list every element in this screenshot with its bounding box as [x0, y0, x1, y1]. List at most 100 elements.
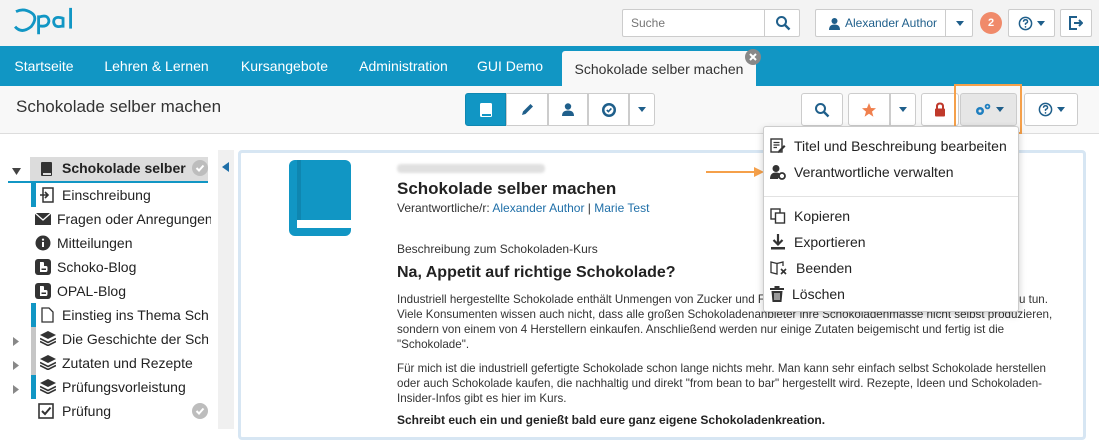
- download-icon: [771, 234, 785, 250]
- menu-item-edit-title[interactable]: Titel und Beschreibung bearbeiten: [770, 134, 1016, 158]
- trash-icon: [770, 286, 784, 302]
- search-input[interactable]: [623, 10, 763, 36]
- course-book-icon: [287, 160, 353, 239]
- assessment-mode-button[interactable]: [588, 93, 629, 126]
- notification-badge[interactable]: 2: [980, 12, 1002, 34]
- layers-icon: [39, 355, 57, 373]
- responsible-label: Verantwortliche/r:: [397, 201, 490, 215]
- book-icon: [40, 161, 54, 180]
- help-icon: [1018, 16, 1033, 30]
- description-label: Beschreibung zum Schokoladen-Kurs: [397, 242, 598, 256]
- favorite-button[interactable]: [848, 93, 890, 126]
- blog-icon: [35, 283, 51, 302]
- course-help-button[interactable]: [1024, 93, 1078, 126]
- sidebar-collapse-icon[interactable]: [222, 160, 229, 175]
- help-menu-button[interactable]: [1008, 9, 1055, 37]
- tree-item-einschreibung[interactable]: Einschreibung: [62, 187, 212, 203]
- menu-divider: [764, 196, 1018, 197]
- tree-item-einstieg[interactable]: Einstieg ins Thema Schokolade: [62, 307, 208, 323]
- expand-caret-icon[interactable]: [12, 334, 19, 349]
- tree-item-mitteilungen[interactable]: Mitteilungen: [57, 235, 211, 251]
- search-button[interactable]: [764, 9, 800, 37]
- tab-schokolade-selber-machen[interactable]: Schokolade selber machen: [562, 51, 756, 86]
- content-title: Schokolade selber machen: [397, 179, 617, 198]
- tab-lehren-lernen[interactable]: Lehren & Lernen: [88, 46, 225, 86]
- caret-down-icon: [1037, 20, 1045, 26]
- page-icon: [41, 307, 54, 326]
- completed-check-icon: [192, 160, 208, 179]
- tree-root-label: Schokolade selber machen: [62, 160, 190, 176]
- search-icon: [775, 16, 790, 31]
- tree-indent-bar: [31, 303, 36, 327]
- tree-item-pruefungsvorleistung[interactable]: Prüfungsvorleistung: [62, 379, 208, 395]
- tree-item-pruefung[interactable]: Prüfung: [62, 403, 182, 419]
- user-dropdown-toggle[interactable]: [945, 9, 973, 37]
- lock-icon: [935, 102, 945, 117]
- tree-item-opal-blog[interactable]: OPAL-Blog: [57, 283, 211, 299]
- edit-doc-icon: [770, 138, 786, 153]
- tab-startseite[interactable]: Startseite: [0, 46, 88, 86]
- tab-gui-demo[interactable]: GUI Demo: [463, 46, 557, 86]
- tab-kursangebote[interactable]: Kursangebote: [225, 46, 344, 86]
- tree-indent-bar: [31, 351, 36, 375]
- tree-item-schoko-blog[interactable]: Schoko-Blog: [57, 259, 211, 275]
- favorite-dropdown-toggle[interactable]: [890, 93, 916, 126]
- layers-icon: [39, 379, 57, 397]
- responsible-link-1[interactable]: Alexander Author: [492, 201, 584, 215]
- expand-caret-icon[interactable]: [12, 382, 19, 397]
- caret-down-icon: [1056, 107, 1065, 112]
- description-paragraph-3: Schreibt euch ein und genießt bald eure …: [397, 413, 826, 427]
- pencil-icon: [521, 104, 533, 115]
- tree-indent-bar: [31, 327, 36, 351]
- blog-icon: [35, 259, 51, 278]
- user-name-button[interactable]: Alexander Author: [820, 9, 945, 37]
- layers-icon: [39, 331, 57, 349]
- user-icon: [828, 17, 840, 30]
- collapse-caret-icon[interactable]: [12, 164, 21, 179]
- logout-button[interactable]: [1060, 9, 1092, 37]
- close-icon: [749, 53, 757, 61]
- tree-item-zutaten[interactable]: Zutaten und Rezepte: [62, 355, 208, 371]
- tree-indent-bar: [31, 375, 36, 399]
- caret-down-icon: [955, 20, 964, 26]
- course-search-button[interactable]: [801, 93, 843, 126]
- menu-item-label: Beenden: [796, 260, 853, 276]
- responsible-link-2[interactable]: Marie Test: [594, 201, 649, 215]
- sidebar-splitter[interactable]: [218, 150, 234, 429]
- user-gear-icon: [770, 165, 786, 180]
- expand-caret-icon[interactable]: [12, 358, 19, 373]
- menu-item-label: Titel und Beschreibung bearbeiten: [794, 138, 1007, 154]
- checkbox-icon: [38, 403, 54, 422]
- course-title: Schokolade selber machen: [16, 97, 222, 116]
- user-name-label: Alexander Author: [844, 16, 938, 30]
- opal-logo[interactable]: [8, 6, 88, 38]
- close-tab-button[interactable]: [745, 49, 761, 65]
- tree-item-fragen[interactable]: Fragen oder Anregungen: [57, 211, 211, 227]
- end-icon: [770, 261, 787, 275]
- user-group-icon: [562, 103, 574, 116]
- star-icon: [862, 102, 876, 117]
- menu-item-label: Verantwortliche verwalten: [794, 164, 954, 180]
- tree-indent-bar: [31, 183, 36, 207]
- tree-item-geschichte[interactable]: Die Geschichte der Schokolade: [62, 331, 208, 347]
- menu-item-end[interactable]: Beenden: [770, 256, 1016, 280]
- annotation-arrow: [706, 167, 764, 177]
- view-mode-button[interactable]: [465, 93, 506, 126]
- description-paragraph-2: Für mich ist die industriell gefertigte …: [397, 362, 1046, 405]
- menu-item-copy[interactable]: Kopieren: [770, 204, 1016, 228]
- tab-administration[interactable]: Administration: [344, 46, 463, 86]
- tree-root-underline: [8, 181, 208, 183]
- menu-item-delete[interactable]: Löschen: [770, 282, 1016, 306]
- envelope-icon: [34, 212, 52, 228]
- badge-check-icon: [601, 102, 616, 117]
- edit-mode-button[interactable]: [506, 93, 548, 126]
- menu-item-manage-owners[interactable]: Verantwortliche verwalten: [770, 160, 1016, 184]
- separator: |: [587, 201, 591, 215]
- caret-down-icon: [899, 107, 907, 112]
- menu-item-label: Exportieren: [794, 234, 866, 250]
- members-mode-button[interactable]: [548, 93, 588, 126]
- book-icon: [479, 102, 492, 117]
- menu-item-label: Kopieren: [794, 208, 851, 224]
- menu-item-export[interactable]: Exportieren: [770, 230, 1016, 254]
- mode-dropdown-toggle[interactable]: [629, 93, 655, 126]
